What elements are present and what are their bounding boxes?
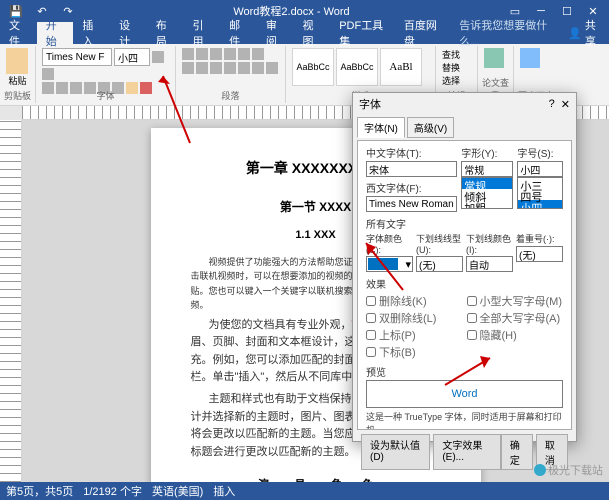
watermark: 极光下载站 bbox=[534, 462, 603, 478]
style-list[interactable]: 常规 倾斜 加粗 bbox=[461, 177, 513, 209]
multilevel-icon[interactable] bbox=[210, 48, 222, 60]
style-normal[interactable]: AaBbCc bbox=[292, 48, 334, 86]
dialog-title: 字体 bbox=[359, 96, 381, 112]
watermark-logo-icon bbox=[534, 464, 546, 476]
dialog-help-icon[interactable]: ? bbox=[549, 98, 555, 111]
tab-references[interactable]: 引用 bbox=[183, 22, 220, 44]
allcaps-check[interactable]: 全部大写字母(A) bbox=[467, 310, 564, 326]
all-text-label: 所有文字 bbox=[366, 216, 563, 231]
borders-icon[interactable] bbox=[266, 62, 278, 74]
select-button[interactable]: 选择 bbox=[442, 74, 471, 87]
dialog-close-icon[interactable]: ✕ bbox=[561, 98, 570, 111]
grow-font-icon[interactable] bbox=[152, 51, 164, 63]
strike-check[interactable]: 删除线(K) bbox=[366, 293, 463, 309]
west-font-label: 西文字体(F): bbox=[366, 180, 457, 195]
smallcaps-check[interactable]: 小型大写字母(M) bbox=[467, 293, 564, 309]
tab-home[interactable]: 开始 bbox=[37, 22, 74, 44]
emphasis-select[interactable]: (无) bbox=[516, 246, 563, 262]
text-effects-button[interactable]: 文字效果(E)... bbox=[433, 434, 501, 470]
cn-font-label: 中文字体(T): bbox=[366, 145, 457, 160]
baidu-save-icon[interactable] bbox=[520, 48, 540, 68]
sort-icon[interactable] bbox=[252, 48, 264, 60]
find-button[interactable]: 查找 bbox=[442, 48, 471, 61]
tab-file[interactable]: 文件 bbox=[0, 22, 37, 44]
font-family-input[interactable]: Times New F bbox=[42, 48, 112, 66]
super-check[interactable]: 上标(P) bbox=[366, 327, 463, 343]
tab-review[interactable]: 审阅 bbox=[257, 22, 294, 44]
style-label: 字形(Y): bbox=[461, 145, 513, 160]
indent-right-icon[interactable] bbox=[238, 48, 250, 60]
preview-box: Word bbox=[366, 380, 563, 408]
align-left-icon[interactable] bbox=[182, 62, 194, 74]
underline-select[interactable]: (无) bbox=[416, 256, 463, 272]
preview-label: 预览 bbox=[366, 364, 563, 379]
default-button[interactable]: 设为默认值(D) bbox=[361, 434, 430, 470]
indent-left-icon[interactable] bbox=[224, 48, 236, 60]
size-label: 字号(S): bbox=[517, 145, 563, 160]
align-center-icon[interactable] bbox=[196, 62, 208, 74]
size-list[interactable]: 小三 四号 小四 bbox=[517, 177, 563, 209]
line-spacing-icon[interactable] bbox=[238, 62, 250, 74]
tab-layout[interactable]: 布局 bbox=[147, 22, 184, 44]
group-paragraph: 段落 bbox=[176, 89, 285, 102]
effects-label: 效果 bbox=[366, 276, 563, 291]
tab-mailings[interactable]: 邮件 bbox=[220, 22, 257, 44]
ok-button[interactable]: 确定 bbox=[501, 434, 533, 470]
numbering-icon[interactable] bbox=[196, 48, 208, 60]
tab-design[interactable]: 设计 bbox=[110, 22, 147, 44]
tab-pdf[interactable]: PDF工具集 bbox=[330, 22, 395, 44]
ucolor-label: 下划线颜色(I): bbox=[466, 232, 513, 255]
share-button[interactable]: 👤共享 bbox=[560, 17, 609, 49]
font-size-input[interactable]: 小四 bbox=[114, 48, 150, 66]
cn-font-input[interactable]: 宋体 bbox=[366, 161, 457, 177]
style-input[interactable]: 常规 bbox=[461, 161, 513, 177]
share-icon: 👤 bbox=[568, 27, 582, 40]
status-insert[interactable]: 插入 bbox=[213, 483, 235, 499]
plagiarism-icon[interactable] bbox=[484, 48, 504, 68]
group-clipboard: 剪贴板 bbox=[0, 89, 35, 102]
status-lang[interactable]: 英语(美国) bbox=[152, 483, 203, 499]
align-justify-icon[interactable] bbox=[224, 62, 236, 74]
west-font-input[interactable]: Times New Roman bbox=[366, 196, 457, 212]
tab-insert[interactable]: 插入 bbox=[73, 22, 110, 44]
align-right-icon[interactable] bbox=[210, 62, 222, 74]
color-label: 字体颜色(C): bbox=[366, 232, 413, 255]
emphasis-label: 着重号(·): bbox=[516, 232, 563, 245]
replace-button[interactable]: 替换 bbox=[442, 61, 471, 74]
shading-icon[interactable] bbox=[252, 62, 264, 74]
group-font: 字体 bbox=[36, 89, 175, 102]
font-dialog: 字体 ? ✕ 字体(N) 高级(V) 中文字体(T): 宋体 西文字体(F): … bbox=[352, 92, 577, 442]
font-color-select[interactable]: ▾ bbox=[366, 256, 413, 272]
dstrike-check[interactable]: 双删除线(L) bbox=[366, 310, 463, 326]
bullets-icon[interactable] bbox=[182, 48, 194, 60]
sub-check[interactable]: 下标(B) bbox=[366, 344, 463, 360]
dialog-tab-advanced[interactable]: 高级(V) bbox=[407, 117, 454, 138]
status-words[interactable]: 1/2192 个字 bbox=[83, 483, 142, 499]
style-nospace[interactable]: AaBbCc bbox=[336, 48, 378, 86]
dialog-tab-font[interactable]: 字体(N) bbox=[357, 117, 405, 138]
size-input[interactable]: 小四 bbox=[517, 161, 563, 177]
font-note: 这是一种 TrueType 字体，同时适用于屏幕和打印机。 bbox=[366, 408, 563, 430]
tell-me[interactable]: 告诉我您想要做什么... bbox=[450, 22, 560, 44]
vertical-ruler[interactable] bbox=[0, 120, 22, 490]
shrink-font-icon[interactable] bbox=[42, 68, 54, 80]
status-page[interactable]: 第5页，共5页 bbox=[6, 483, 73, 499]
paste-icon[interactable] bbox=[6, 48, 28, 74]
tab-view[interactable]: 视图 bbox=[294, 22, 331, 44]
underline-label: 下划线线型(U): bbox=[416, 232, 463, 255]
tab-baidu[interactable]: 百度网盘 bbox=[395, 22, 450, 44]
style-heading1[interactable]: AaBl bbox=[380, 48, 422, 86]
hidden-check[interactable]: 隐藏(H) bbox=[467, 327, 564, 343]
ucolor-select[interactable]: 自动 bbox=[466, 256, 513, 272]
paste-label: 粘贴 bbox=[6, 74, 29, 87]
